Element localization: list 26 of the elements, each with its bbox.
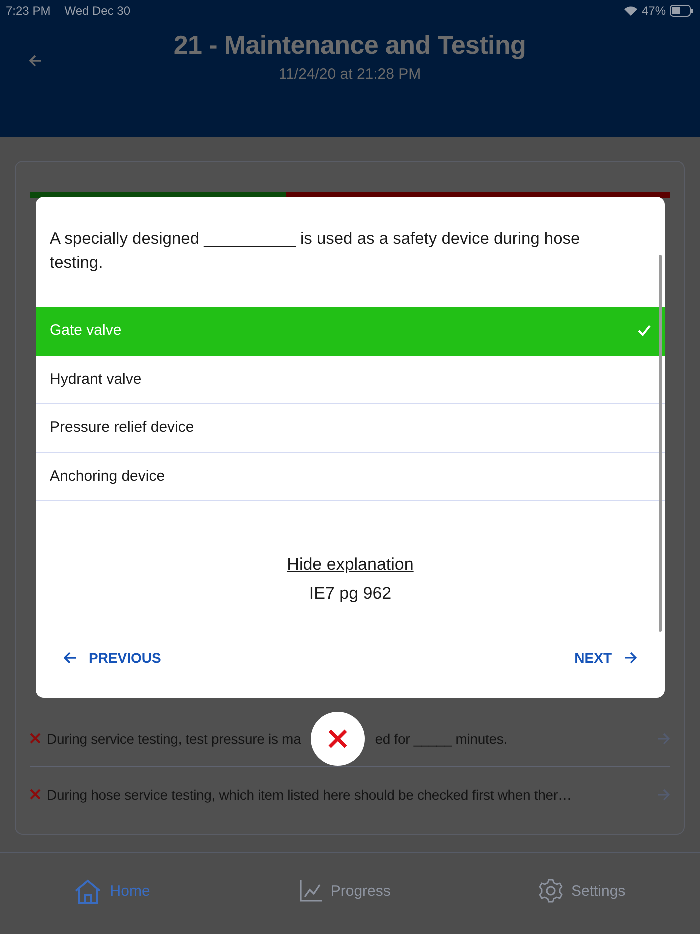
date-subtitle: 11/24/20 at 21:28 PM	[278, 66, 422, 83]
arrow-icon	[657, 788, 670, 801]
next-button[interactable]: NEXT	[574, 646, 637, 670]
page-title: 21 - Maintenance and Testing	[174, 30, 526, 61]
question-text: ed for _____ minutes.	[375, 730, 508, 747]
chart-icon	[298, 879, 323, 903]
cross-icon	[30, 789, 41, 800]
cross-icon	[30, 733, 41, 744]
right-arrow-icon	[624, 652, 637, 664]
wifi-icon	[624, 6, 638, 16]
settings-icon	[539, 879, 564, 903]
arrow-icon	[657, 732, 670, 745]
home-icon	[74, 879, 102, 904]
question-text: During hose service testing, which item listed here should be checked first when ther…	[47, 786, 572, 803]
check-icon	[638, 325, 651, 336]
hide-explanation-link[interactable]: Hide explanation	[287, 555, 414, 575]
battery-percent: 47%	[642, 4, 666, 18]
question-text: During service testing, test pressure is ma	[47, 730, 302, 747]
clock-time: 7:23 PM	[6, 4, 51, 18]
question-text: A specially designed __________ is used as a safety device during hose testing.	[50, 229, 582, 274]
close-icon	[328, 728, 348, 749]
date-text: Wed Dec 30	[64, 4, 131, 18]
explanation-text: IE7 pg 962	[309, 584, 392, 604]
battery-icon	[670, 5, 694, 17]
left-arrow-icon	[64, 652, 77, 664]
previous-button[interactable]: PREVIOUS	[64, 646, 162, 670]
